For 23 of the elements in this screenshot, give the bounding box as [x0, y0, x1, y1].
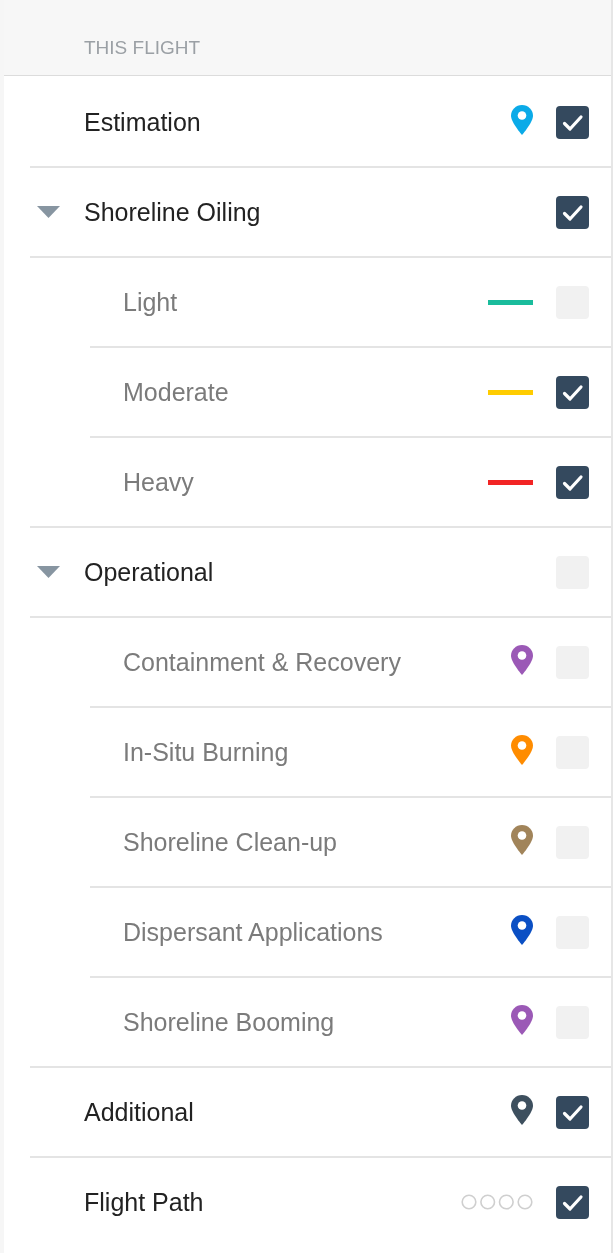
layer-label: Heavy [123, 467, 195, 498]
section-title: THIS FLIGHT [84, 36, 201, 60]
dotted-line-icon [461, 1194, 533, 1210]
checkbox[interactable] [556, 465, 589, 499]
layer-label: Flight Path [84, 1187, 205, 1218]
layer-label: Estimation [84, 107, 202, 138]
checkbox[interactable] [556, 1095, 589, 1129]
layer-label: Shoreline Clean-up [123, 827, 339, 858]
layer-label: Shoreline Booming [123, 1007, 336, 1038]
layer-label: In-Situ Burning [123, 737, 290, 768]
layer-label: Operational [84, 557, 215, 588]
caret-icon[interactable] [37, 566, 60, 578]
layer-label: Dispersant Applications [123, 917, 384, 948]
checkbox[interactable] [556, 1185, 589, 1219]
layer-label: Moderate [123, 377, 230, 408]
layer-label: Shoreline Oiling [84, 197, 262, 228]
checkbox[interactable] [556, 105, 589, 139]
checkbox[interactable] [556, 195, 589, 229]
layer-label: Containment & Recovery [123, 647, 402, 678]
checkbox[interactable] [556, 375, 589, 409]
layer-label: Additional [84, 1097, 195, 1128]
caret-icon[interactable] [37, 206, 60, 218]
layer-label: Light [123, 287, 179, 318]
